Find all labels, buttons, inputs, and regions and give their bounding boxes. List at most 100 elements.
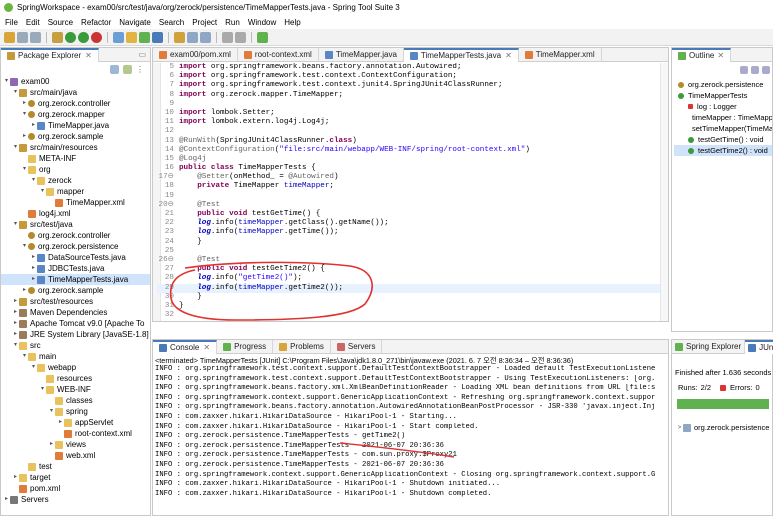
tree-item[interactable]: ▾ src: [1, 340, 150, 351]
tree-item[interactable]: ▸ src/test/resources: [1, 296, 150, 307]
outline-item[interactable]: log : Logger: [674, 101, 772, 112]
tree-item[interactable]: ▸ views: [1, 439, 150, 450]
tab-package-explorer[interactable]: Package Explorer ✕: [1, 47, 99, 62]
tree-item[interactable]: ▾ exam00: [1, 76, 150, 87]
expanded-arrow-icon[interactable]: ▾: [21, 241, 28, 252]
expanded-arrow-icon[interactable]: ▾: [21, 109, 28, 120]
run-icon[interactable]: [78, 31, 89, 43]
tree-item[interactable]: classes: [1, 395, 150, 406]
tree-item[interactable]: ▸ Maven Dependencies: [1, 307, 150, 318]
tree-item[interactable]: ▾ org.zerock.persistence: [1, 241, 150, 252]
tree-item[interactable]: ▸ JRE System Library [JavaSE-1.8]: [1, 329, 150, 340]
expanded-arrow-icon[interactable]: ▾: [12, 340, 19, 351]
new-class-icon[interactable]: [139, 31, 150, 43]
collapsed-arrow-icon[interactable]: ▸: [21, 131, 28, 142]
forward-icon[interactable]: [235, 31, 246, 43]
collapsed-arrow-icon[interactable]: ▸: [12, 472, 19, 483]
tree-item[interactable]: ▸ DataSourceTests.java: [1, 252, 150, 263]
tree-item[interactable]: ▸ org.zerock.controller: [1, 98, 150, 109]
debug-icon[interactable]: [65, 31, 76, 43]
editor-tab[interactable]: TimeMapper.xml: [519, 47, 602, 62]
junit-result-item[interactable]: > org.zerock.persistence: [676, 423, 772, 432]
collapsed-arrow-icon[interactable]: ▸: [12, 296, 19, 307]
menu-run[interactable]: Run: [225, 18, 240, 27]
tree-item[interactable]: ▸ TimeMapper.java: [1, 120, 150, 131]
build-icon[interactable]: [52, 31, 63, 43]
external-tools-icon[interactable]: [91, 31, 102, 43]
tree-item[interactable]: ▾ src/main/java: [1, 87, 150, 98]
close-icon[interactable]: ✕: [85, 51, 92, 60]
collapsed-arrow-icon[interactable]: ▸: [12, 307, 19, 318]
tree-item[interactable]: root-context.xml: [1, 428, 150, 439]
tree-item[interactable]: ▸ org.zerock.sample: [1, 131, 150, 142]
editor-tab[interactable]: TimeMapper.java: [319, 47, 404, 62]
tree-item[interactable]: TimeMapper.xml: [1, 197, 150, 208]
toggle-mark-icon[interactable]: [187, 31, 198, 43]
menu-help[interactable]: Help: [284, 18, 300, 27]
tree-item[interactable]: ▾ src/test/java: [1, 219, 150, 230]
tree-item[interactable]: ▸ target: [1, 472, 150, 483]
tree-item[interactable]: ▾ spring: [1, 406, 150, 417]
expanded-arrow-icon[interactable]: ▾: [21, 164, 28, 175]
tree-item[interactable]: ▾ main: [1, 351, 150, 362]
menu-refactor[interactable]: Refactor: [81, 18, 111, 27]
tree-item[interactable]: ▸ TimeMapperTests.java: [1, 274, 150, 285]
sort-icon[interactable]: [740, 66, 748, 74]
collapse-all-icon[interactable]: [110, 64, 119, 74]
collapsed-arrow-icon[interactable]: ▸: [12, 318, 19, 329]
search-icon[interactable]: [174, 31, 185, 43]
tree-item[interactable]: ▸ appServlet: [1, 417, 150, 428]
outline-item[interactable]: setTimeMapper(TimeMapper): [674, 123, 772, 134]
close-icon[interactable]: ✕: [505, 51, 512, 60]
tree-item[interactable]: ▾ src/main/resources: [1, 142, 150, 153]
menu-source[interactable]: Source: [48, 18, 73, 27]
expanded-arrow-icon[interactable]: ▾: [21, 351, 28, 362]
expanded-arrow-icon[interactable]: ▾: [3, 76, 10, 87]
collapsed-arrow-icon[interactable]: ▸: [30, 252, 37, 263]
collapsed-arrow-icon[interactable]: ▸: [21, 98, 28, 109]
menu-window[interactable]: Window: [248, 18, 276, 27]
tree-item[interactable]: ▾ webapp: [1, 362, 150, 373]
tree-item[interactable]: ▸ Servers: [1, 494, 150, 505]
tree-item[interactable]: ▾ zerock: [1, 175, 150, 186]
expanded-arrow-icon[interactable]: ▾: [39, 384, 46, 395]
tree-item[interactable]: org.zerock.controller: [1, 230, 150, 241]
new-icon[interactable]: [4, 31, 15, 43]
tab-spring-explorer[interactable]: Spring Explorer: [672, 339, 746, 354]
perspective-icon[interactable]: [257, 31, 268, 43]
tab-outline[interactable]: Outline ✕: [672, 47, 732, 62]
editor-tab[interactable]: root-context.xml: [238, 47, 319, 62]
close-icon[interactable]: ✕: [203, 343, 210, 352]
outline-item[interactable]: testGetTime2() : void: [674, 145, 772, 156]
tree-item[interactable]: ▸ Apache Tomcat v9.0 [Apache To: [1, 318, 150, 329]
back-icon[interactable]: [222, 31, 233, 43]
expanded-arrow-icon[interactable]: ▾: [12, 219, 19, 230]
hide-static-icon[interactable]: [762, 66, 770, 74]
collapsed-arrow-icon[interactable]: ▸: [30, 120, 37, 131]
expanded-arrow-icon[interactable]: ▾: [30, 175, 37, 186]
outline-item[interactable]: testGetTime() : void: [674, 134, 772, 145]
expanded-arrow-icon[interactable]: ▾: [30, 362, 37, 373]
tree-item[interactable]: ▾ mapper: [1, 186, 150, 197]
tab-console[interactable]: Console ✕: [153, 339, 218, 354]
menu-file[interactable]: File: [5, 18, 18, 27]
save-all-icon[interactable]: [30, 31, 41, 43]
tree-item[interactable]: ▾ org: [1, 164, 150, 175]
tab-problems[interactable]: Problems: [273, 339, 331, 354]
open-type-icon[interactable]: [152, 31, 163, 43]
outline-item[interactable]: TimeMapperTests: [674, 90, 772, 101]
save-icon[interactable]: [17, 31, 28, 43]
collapsed-arrow-icon[interactable]: ▸: [12, 329, 19, 340]
link-with-editor-icon[interactable]: [123, 64, 132, 74]
tree-item[interactable]: ▸ JDBCTests.java: [1, 263, 150, 274]
menu-edit[interactable]: Edit: [26, 18, 40, 27]
collapsed-arrow-icon[interactable]: ▸: [3, 494, 10, 505]
collapsed-arrow-icon[interactable]: ▸: [57, 417, 64, 428]
tab-progress[interactable]: Progress: [217, 339, 274, 354]
tab-junit[interactable]: JUnit: [745, 339, 773, 354]
collapsed-arrow-icon[interactable]: ▸: [30, 263, 37, 274]
outline-item[interactable]: org.zerock.persistence: [674, 79, 772, 90]
collapsed-arrow-icon[interactable]: ▸: [21, 285, 28, 296]
tree-item[interactable]: test: [1, 461, 150, 472]
new-java-project-icon[interactable]: [113, 31, 124, 43]
